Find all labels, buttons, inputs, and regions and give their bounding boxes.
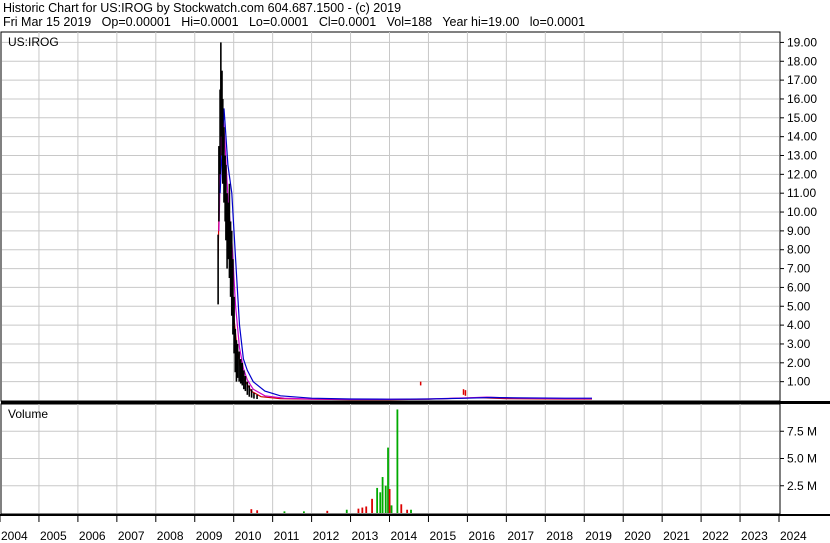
price-y-tick-label: 3.00 bbox=[787, 337, 811, 351]
volume-bar bbox=[361, 507, 364, 513]
price-y-tick-label: 1.00 bbox=[787, 375, 811, 389]
x-tick-label: 2018 bbox=[546, 529, 573, 543]
x-tick-label: 2013 bbox=[352, 529, 379, 543]
price-y-tick-label: 5.00 bbox=[787, 299, 811, 313]
price-y-tick-label: 4.00 bbox=[787, 318, 811, 332]
x-tick-label: 2021 bbox=[663, 529, 690, 543]
volume-bar bbox=[390, 505, 393, 513]
x-tick-label: 2022 bbox=[702, 529, 729, 543]
volume-y-tick-label: 5.0 M bbox=[787, 452, 817, 466]
x-tick-label: 2011 bbox=[274, 529, 300, 543]
volume-bar bbox=[303, 511, 305, 513]
price-y-tick-label: 10.00 bbox=[787, 205, 817, 219]
volume-y-tick-label: 7.5 M bbox=[787, 424, 817, 438]
price-panel-frame bbox=[0, 31, 781, 402]
volume-bar bbox=[400, 504, 403, 513]
volume-bar bbox=[376, 487, 379, 513]
price-y-tick-label: 6.00 bbox=[787, 280, 811, 294]
x-axis-line bbox=[0, 514, 830, 516]
price-y-tick-label: 14.00 bbox=[787, 130, 817, 144]
x-tick-label: 2010 bbox=[235, 529, 262, 543]
x-tick-label: 2012 bbox=[313, 529, 340, 543]
volume-y-tick-label: 2.5 M bbox=[787, 479, 817, 493]
x-tick-label: 2016 bbox=[468, 529, 495, 543]
volume-bar bbox=[365, 506, 368, 513]
volume-bar bbox=[406, 509, 409, 513]
volume-bar bbox=[396, 409, 399, 513]
x-tick-label: 2009 bbox=[196, 529, 223, 543]
x-tick-label: 2020 bbox=[624, 529, 651, 543]
volume-bar bbox=[384, 485, 387, 513]
volume-bar bbox=[379, 492, 382, 513]
price-y-tick-label: 12.00 bbox=[787, 167, 817, 181]
x-axis: 2004 2005 2006 2007 2008 2009 2010 2011 2012 2013… bbox=[0, 514, 807, 543]
x-tick-label: 2014 bbox=[391, 529, 418, 543]
price-y-tick-label: 8.00 bbox=[787, 243, 811, 257]
x-tick-label: 2017 bbox=[507, 529, 534, 543]
x-tick-label: 2023 bbox=[741, 529, 768, 543]
volume-bar bbox=[410, 509, 412, 513]
price-y-tick-label: 11.00 bbox=[787, 186, 816, 200]
x-tick-label: 2008 bbox=[157, 529, 184, 543]
volume-bar bbox=[388, 489, 391, 513]
volume-bar bbox=[345, 509, 348, 513]
price-y-tick-label: 13.00 bbox=[787, 149, 817, 163]
volume-y-axis: 2.5 M 5.0 M 7.5 M bbox=[780, 424, 817, 493]
volume-bar bbox=[357, 508, 360, 513]
volume-bar bbox=[387, 447, 389, 513]
volume-bar bbox=[371, 498, 373, 513]
volume-bar bbox=[256, 510, 259, 513]
price-y-tick-label: 19.00 bbox=[787, 35, 817, 49]
x-tick-label: 2024 bbox=[780, 529, 807, 543]
x-tick-label: 2005 bbox=[40, 529, 67, 543]
price-y-tick-label: 17.00 bbox=[787, 73, 817, 87]
volume-bar bbox=[381, 477, 384, 513]
x-tick-label: 2015 bbox=[429, 529, 456, 543]
price-y-tick-label: 18.00 bbox=[787, 54, 817, 68]
price-panel-title: US:IROG bbox=[8, 35, 59, 49]
volume-bar bbox=[283, 511, 286, 513]
x-tick-label: 2007 bbox=[118, 529, 145, 543]
price-y-axis: 1.00 2.00 3.00 4.00 5.00 6.00 7.00 8.00 9.00 10.0… bbox=[780, 35, 817, 389]
historic-chart: 1.00 2.00 3.00 4.00 5.00 6.00 7.00 8.00 9.00 10.0… bbox=[0, 31, 830, 543]
volume-bar bbox=[326, 510, 329, 513]
price-y-tick-label: 2.00 bbox=[787, 356, 811, 370]
volume-panel-title: Volume bbox=[8, 407, 48, 421]
x-tick-label: 2004 bbox=[1, 529, 28, 543]
price-y-tick-label: 16.00 bbox=[787, 92, 817, 106]
price-y-tick-label: 7.00 bbox=[787, 262, 811, 276]
price-y-tick-label: 9.00 bbox=[787, 224, 811, 238]
x-tick-label: 2019 bbox=[585, 529, 612, 543]
x-tick-label: 2006 bbox=[79, 529, 106, 543]
price-y-tick-label: 15.00 bbox=[787, 111, 817, 125]
volume-bar bbox=[250, 509, 253, 513]
